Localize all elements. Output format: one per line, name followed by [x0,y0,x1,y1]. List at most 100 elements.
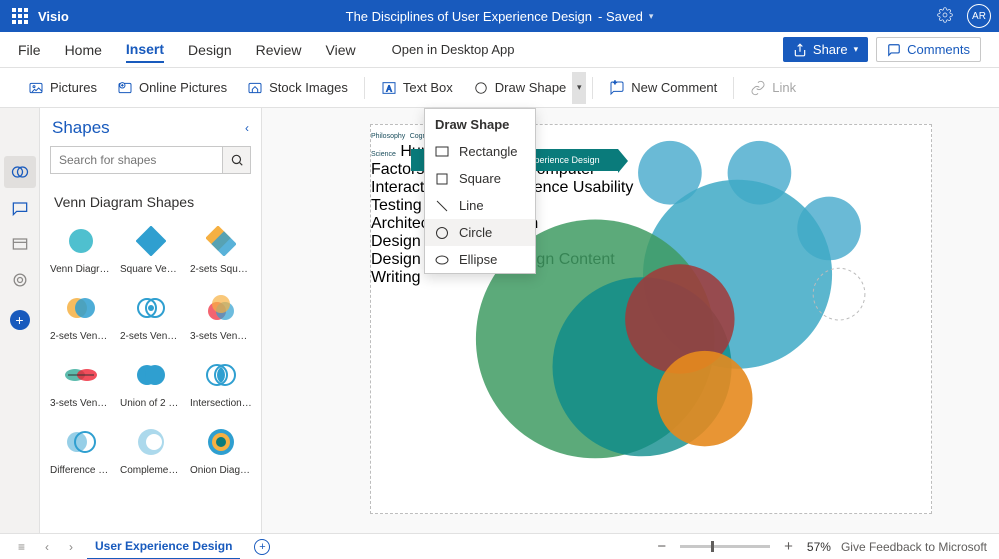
search-button[interactable] [222,147,250,173]
dropdown-item-ellipse[interactable]: Ellipse [425,246,535,273]
draw-shape-dropdown: Draw Shape Rectangle Square Line Circle … [424,108,536,274]
svg-text:+: + [613,80,617,87]
shape-search-box [50,146,251,174]
text-box-icon: A [381,80,397,96]
shape-item[interactable]: 2-sets Venn … [118,285,184,348]
zoom-out-button[interactable]: − [653,538,670,555]
pictures-label: Pictures [50,80,97,95]
app-launcher-icon[interactable] [12,8,28,24]
document-name: The Disciplines of User Experience Desig… [346,9,592,24]
stock-images-label: Stock Images [269,80,348,95]
canvas[interactable]: The Disciplines of User Experience Desig… [262,108,999,533]
dropdown-label: Square [459,171,501,186]
shape-item[interactable]: 3-sets Venn … [48,352,114,415]
circle-icon [435,226,449,240]
chevron-down-icon: ▾ [577,82,582,93]
shape-item[interactable]: Intersection … [188,352,254,415]
new-comment-label: New Comment [631,80,717,95]
add-sheet-button[interactable]: + [254,539,270,555]
tab-review[interactable]: Review [256,38,302,62]
statusbar: ≡ ‹ › User Experience Design + − + 57% G… [0,533,999,559]
new-comment-icon: + [609,80,625,96]
shape-item[interactable]: Onion Diagr… [188,419,254,482]
shapes-pane: Shapes ‹ Venn Diagram Shapes Venn Diagra… [40,108,262,533]
share-label: Share [813,42,848,57]
dropdown-label: Circle [459,225,492,240]
rectangle-icon [435,145,449,159]
dropdown-label: Line [459,198,484,213]
feedback-link[interactable]: Give Feedback to Microsoft [841,540,987,554]
shape-item[interactable]: 3-sets Venn … [188,285,254,348]
sheet-nav-next-icon[interactable]: › [63,540,79,554]
dropdown-label: Ellipse [459,252,497,267]
dropdown-label: Rectangle [459,144,518,159]
shape-item[interactable]: Union of 2 s… [118,352,184,415]
ribbon-tabs: File Home Insert Design Review View Open… [0,32,999,68]
sheet-nav-first-icon[interactable]: ≡ [12,540,31,554]
shape-item[interactable]: Venn Diagra… [48,218,114,281]
saved-status: - Saved [598,9,643,24]
shape-item[interactable]: Complemen… [118,419,184,482]
shapes-rail: + [0,108,40,533]
dropdown-item-line[interactable]: Line [425,192,535,219]
zoom-in-button[interactable]: + [780,538,797,555]
separator [592,77,593,99]
link-button: Link [740,80,806,96]
dropdown-item-square[interactable]: Square [425,165,535,192]
separator [364,77,365,99]
document-title[interactable]: The Disciplines of User Experience Desig… [346,9,654,24]
open-desktop-app[interactable]: Open in Desktop App [392,42,515,57]
separator [733,77,734,99]
sheet-tab[interactable]: User Experience Design [87,534,240,559]
sheet-nav-prev-icon[interactable]: ‹ [39,540,55,554]
shape-grid: Venn Diagra… Square Ven… 2-sets Squar… 2… [40,218,261,482]
user-avatar[interactable]: AR [967,4,991,28]
square-icon [435,172,449,186]
new-comment-button[interactable]: + New Comment [599,80,727,96]
shape-item[interactable]: 2-sets Squar… [188,218,254,281]
zoom-slider[interactable] [680,545,770,548]
text-box-button[interactable]: A Text Box [371,80,463,96]
share-button[interactable]: Share ▾ [783,37,868,62]
shape-item[interactable]: 2-sets Venn … [48,285,114,348]
stock-images-button[interactable]: Stock Images [237,80,358,96]
pictures-button[interactable]: Pictures [18,80,107,96]
tab-view[interactable]: View [326,38,356,62]
rail-add-button[interactable]: + [10,310,30,330]
online-pictures-button[interactable]: Online Pictures [107,80,237,96]
command-row: Pictures Online Pictures Stock Images A … [0,68,999,108]
shape-item[interactable]: Square Ven… [118,218,184,281]
chevron-down-icon: ▾ [649,11,654,22]
stock-images-icon [247,80,263,96]
tab-home[interactable]: Home [65,38,102,62]
circle-icon [473,80,489,96]
rail-item-3[interactable] [4,228,36,260]
text-box-label: Text Box [403,80,453,95]
comments-button[interactable]: Comments [876,37,981,62]
shape-item[interactable]: Difference o… [48,419,114,482]
dropdown-item-circle[interactable]: Circle [425,219,535,246]
rail-item-4[interactable] [4,264,36,296]
rail-item-2[interactable] [4,192,36,224]
draw-shape-label: Draw Shape [495,80,567,95]
zoom-value: 57% [807,540,831,554]
tab-file[interactable]: File [18,38,41,62]
collapse-pane-icon[interactable]: ‹ [245,121,249,135]
settings-icon[interactable] [937,7,953,26]
search-input[interactable] [51,147,222,173]
rail-item-venn[interactable] [4,156,36,188]
tab-insert[interactable]: Insert [126,37,164,63]
online-pictures-icon [117,80,133,96]
dropdown-item-rectangle[interactable]: Rectangle [425,138,535,165]
pictures-icon [28,80,44,96]
link-label: Link [772,80,796,95]
comments-label: Comments [907,42,970,57]
draw-shape-dropdown-toggle[interactable]: ▾ [572,72,586,104]
tab-design[interactable]: Design [188,38,232,62]
draw-shape-button[interactable]: Draw Shape [463,80,573,96]
ellipse-icon [435,253,449,267]
shapes-pane-title: Shapes [52,118,110,138]
svg-text:A: A [386,84,392,93]
chevron-down-icon: ▾ [854,44,859,55]
app-name: Visio [38,9,69,24]
